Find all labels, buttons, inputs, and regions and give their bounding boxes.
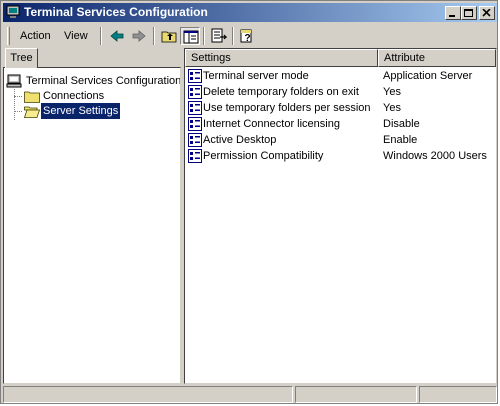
export-list-button[interactable] bbox=[209, 27, 229, 45]
toolbar-separator bbox=[232, 27, 234, 45]
help-icon: ? bbox=[240, 29, 252, 44]
maximize-icon bbox=[464, 9, 473, 17]
tree-pane: Terminal Services Configuration Connecti… bbox=[3, 67, 181, 384]
setting-icon bbox=[188, 69, 202, 83]
list-item[interactable]: Active Desktop Enable bbox=[185, 132, 496, 148]
setting-name: Terminal server mode bbox=[203, 70, 309, 82]
close-icon bbox=[482, 9, 491, 17]
setting-name: Active Desktop bbox=[203, 134, 277, 146]
forward-arrow-icon bbox=[132, 30, 146, 42]
up-folder-icon bbox=[161, 31, 177, 43]
menu-action[interactable]: Action bbox=[15, 28, 56, 44]
details-pane: Settings Attribute Terminal server mode … bbox=[184, 48, 497, 384]
setting-icon bbox=[188, 85, 202, 99]
setting-name: Delete temporary folders on exit bbox=[203, 86, 359, 98]
status-panel bbox=[3, 386, 293, 403]
close-button[interactable] bbox=[479, 6, 495, 20]
title-bar[interactable]: Terminal Services Configuration bbox=[3, 3, 497, 22]
setting-attribute: Disable bbox=[383, 118, 420, 130]
show-hide-tree-icon bbox=[183, 30, 199, 44]
tree-root-label: Terminal Services Configuration bbox=[26, 75, 181, 87]
status-panel bbox=[419, 386, 497, 403]
tree-connector bbox=[14, 89, 16, 120]
column-header-label: Attribute bbox=[384, 52, 425, 64]
setting-name: Use temporary folders per session bbox=[203, 102, 371, 114]
forward-button[interactable] bbox=[129, 27, 149, 45]
setting-name: Internet Connector licensing bbox=[203, 118, 340, 130]
toolbar-gripper[interactable] bbox=[7, 27, 10, 45]
setting-attribute: Yes bbox=[383, 102, 401, 114]
list-item[interactable]: Use temporary folders per session Yes bbox=[185, 100, 496, 116]
terminal-services-icon bbox=[6, 5, 20, 18]
column-header-label: Settings bbox=[191, 52, 231, 64]
list-item[interactable]: Terminal server mode Application Server bbox=[185, 68, 496, 84]
list-item[interactable]: Delete temporary folders on exit Yes bbox=[185, 84, 496, 100]
setting-attribute: Windows 2000 Users bbox=[383, 150, 487, 162]
folder-icon bbox=[24, 91, 40, 103]
computer-icon bbox=[6, 74, 22, 88]
setting-name: Permission Compatibility bbox=[203, 150, 324, 162]
tree-connector bbox=[14, 96, 22, 98]
minimize-button[interactable] bbox=[445, 6, 461, 20]
tree-item-label: Connections bbox=[43, 90, 105, 102]
column-header-attribute[interactable]: Attribute bbox=[378, 49, 496, 67]
export-list-icon bbox=[211, 28, 227, 43]
window-title: Terminal Services Configuration bbox=[24, 5, 208, 19]
maximize-button[interactable] bbox=[461, 6, 477, 20]
setting-attribute: Application Server bbox=[383, 70, 473, 82]
tab-tree[interactable]: Tree bbox=[5, 48, 38, 68]
svg-text:?: ? bbox=[244, 33, 250, 44]
status-panel bbox=[295, 386, 417, 403]
setting-attribute: Enable bbox=[383, 134, 418, 146]
list-item[interactable]: Internet Connector licensing Disable bbox=[185, 116, 496, 132]
setting-icon bbox=[188, 149, 202, 163]
menu-view[interactable]: View bbox=[59, 28, 93, 44]
back-button[interactable] bbox=[107, 27, 127, 45]
status-bar bbox=[3, 386, 497, 403]
column-header-settings[interactable]: Settings bbox=[185, 49, 378, 67]
tab-tree-label: Tree bbox=[10, 52, 33, 64]
setting-icon bbox=[188, 101, 202, 115]
toolbar-separator bbox=[100, 27, 102, 45]
setting-icon bbox=[188, 133, 202, 147]
show-hide-tree-button[interactable] bbox=[180, 27, 200, 45]
main-window: Terminal Services Configuration Action V… bbox=[0, 0, 498, 404]
minimize-icon bbox=[449, 15, 455, 17]
toolbar-separator bbox=[203, 27, 205, 45]
open-folder-icon bbox=[24, 106, 40, 118]
list-item[interactable]: Permission Compatibility Windows 2000 Us… bbox=[185, 148, 496, 164]
setting-attribute: Yes bbox=[383, 86, 401, 98]
help-button[interactable]: ? bbox=[237, 27, 257, 45]
tree-item-label: Server Settings bbox=[41, 103, 121, 119]
tree-connector bbox=[14, 111, 22, 113]
up-one-level-button[interactable] bbox=[159, 27, 179, 45]
menu-toolbar: Action View ? bbox=[3, 25, 497, 47]
setting-icon bbox=[188, 117, 202, 131]
toolbar-separator bbox=[153, 27, 155, 45]
back-arrow-icon bbox=[110, 30, 124, 42]
